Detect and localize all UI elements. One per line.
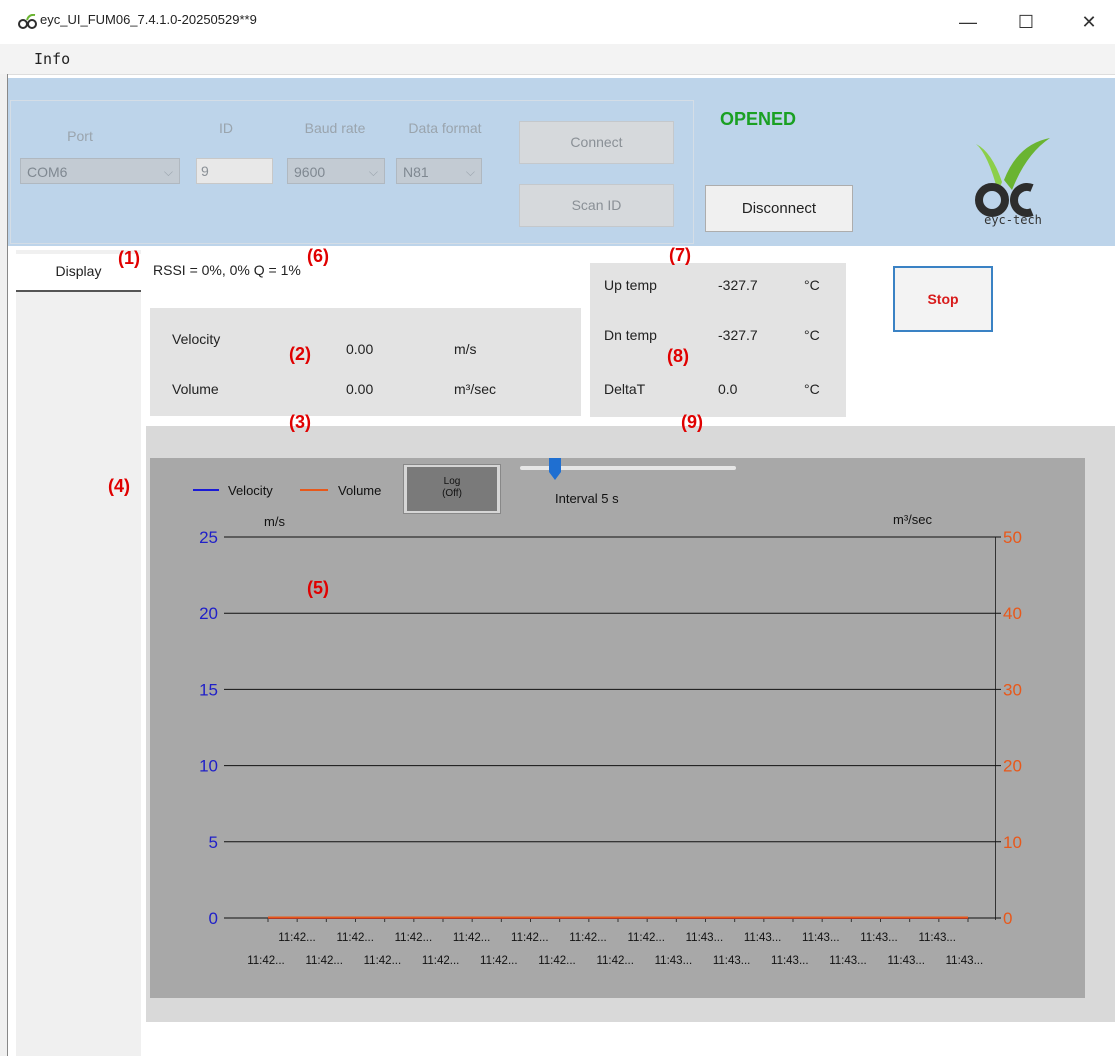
annotation-3: (3) [289, 412, 311, 432]
annotation-6: (6) [307, 246, 329, 266]
left-tick-label: 10 [199, 757, 218, 776]
right-tick-label: 10 [1003, 833, 1022, 852]
left-tick-label: 5 [209, 833, 218, 852]
left-tick-label: 20 [199, 604, 218, 623]
x-tick-label: 11:43... [860, 932, 898, 944]
left-tick-label: 15 [199, 680, 218, 699]
x-tick-label: 11:42... [627, 932, 665, 944]
x-tick-label: 11:43... [744, 932, 782, 944]
x-tick-label: 11:42... [480, 955, 518, 967]
x-tick-label: 11:42... [569, 932, 607, 944]
x-tick-label: 11:43... [946, 955, 984, 967]
right-tick-label: 0 [1003, 909, 1012, 928]
x-tick-label: 11:43... [802, 932, 840, 944]
annotation-9: (9) [681, 412, 703, 432]
x-tick-label: 11:42... [247, 955, 285, 967]
right-tick-label: 20 [1003, 757, 1022, 776]
x-tick-label: 11:42... [278, 932, 316, 944]
right-tick-label: 40 [1003, 604, 1022, 623]
x-tick-label: 11:43... [887, 955, 925, 967]
right-tick-label: 50 [1003, 528, 1022, 547]
annotation-2: (2) [289, 344, 311, 364]
x-tick-label: 11:42... [305, 955, 343, 967]
annotation-4: (4) [108, 476, 130, 496]
left-tick-label: 0 [209, 909, 218, 928]
x-tick-label: 11:43... [713, 955, 751, 967]
annotation-7: (7) [669, 245, 691, 265]
x-tick-label: 11:43... [829, 955, 867, 967]
left-tick-label: 25 [199, 528, 218, 547]
x-tick-label: 11:42... [364, 955, 402, 967]
annotation-1: (1) [118, 248, 140, 268]
right-tick-label: 30 [1003, 680, 1022, 699]
x-tick-label: 11:43... [771, 955, 809, 967]
x-tick-label: 11:42... [336, 932, 374, 944]
x-tick-label: 11:43... [655, 955, 693, 967]
x-tick-label: 11:42... [538, 955, 576, 967]
chart-svg: 0 0 5 10 10 20 15 30 20 40 25 50 11:42... 11:42... 11:… [199, 528, 1022, 967]
annotation-8: (8) [667, 346, 689, 366]
x-tick-label: 11:42... [395, 932, 433, 944]
x-tick-label: 11:43... [686, 932, 724, 944]
x-tick-label: 11:43... [918, 932, 956, 944]
x-tick-label: 11:42... [511, 932, 549, 944]
x-tick-label: 11:42... [596, 955, 634, 967]
annotation-5: (5) [307, 578, 329, 598]
x-tick-label: 11:42... [422, 955, 460, 967]
x-tick-label: 11:42... [453, 932, 491, 944]
